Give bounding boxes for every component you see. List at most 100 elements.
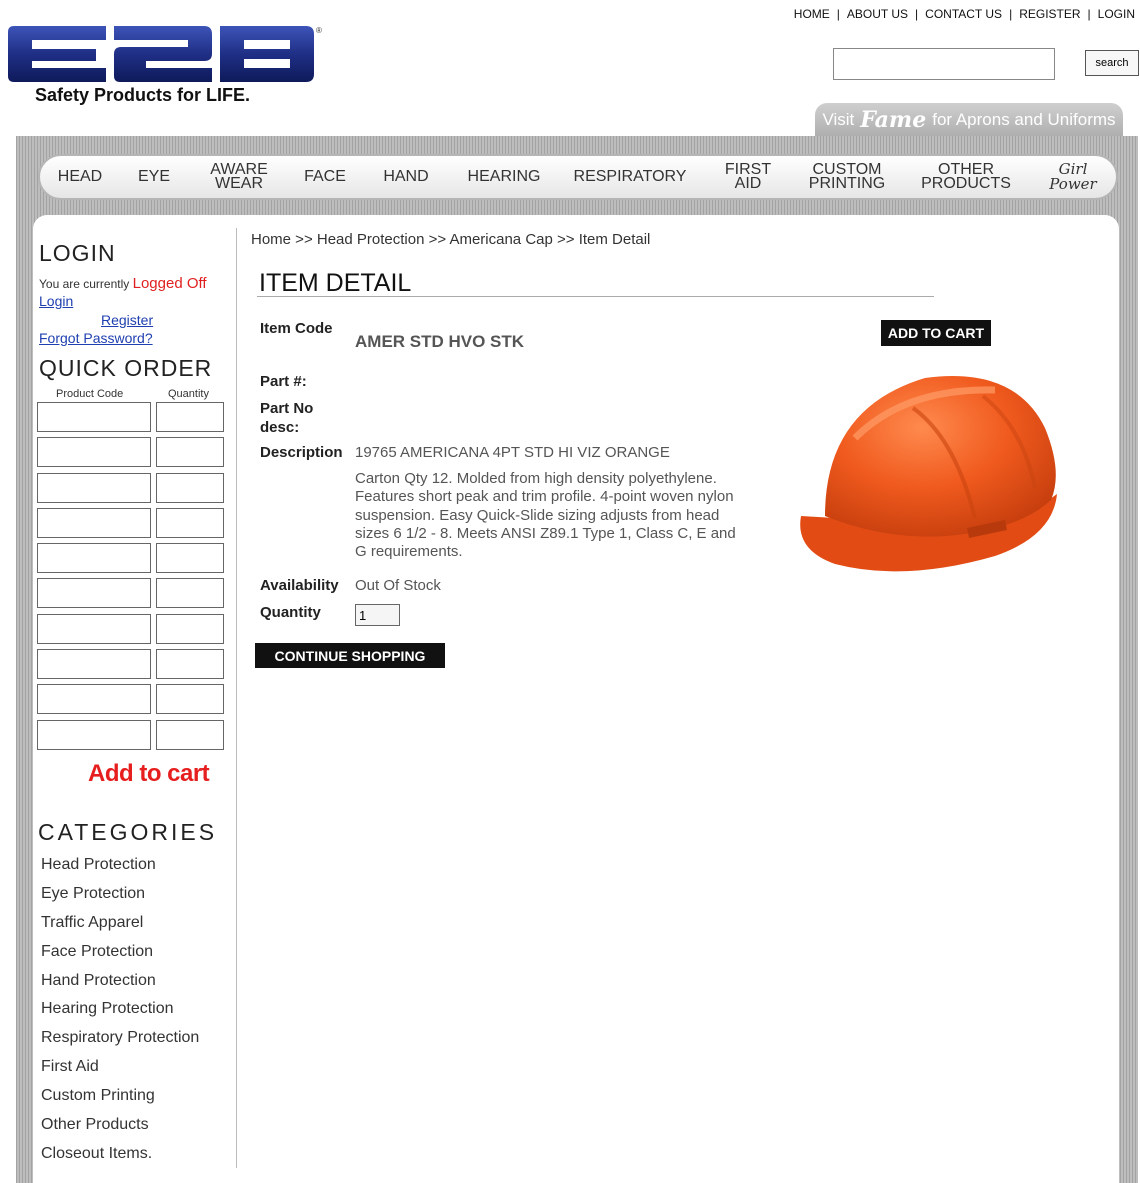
category-link[interactable]: First Aid xyxy=(41,1057,199,1086)
quick-order-code-input[interactable] xyxy=(37,402,151,432)
quick-order-qty-header: Quantity xyxy=(168,388,209,400)
fame-banner-link[interactable]: Visit Fame for Aprons and Uniforms xyxy=(815,103,1123,137)
category-link[interactable]: Other Products xyxy=(41,1115,199,1144)
category-link[interactable]: Closeout Items. xyxy=(41,1144,199,1173)
category-link[interactable]: Custom Printing xyxy=(41,1086,199,1115)
description-body: Carton Qty 12. Molded from high density … xyxy=(355,470,736,561)
top-nav: HOME | ABOUT US | CONTACT US | REGISTER | LOGIN xyxy=(794,7,1135,21)
top-nav-separator: | xyxy=(836,7,840,21)
quick-order-row xyxy=(37,472,225,503)
nav-first-aid-line2: AID xyxy=(734,175,762,192)
part-desc-label-line1: Part No xyxy=(260,400,314,417)
quick-order-code-input[interactable] xyxy=(37,507,151,538)
quick-order-code-input[interactable] xyxy=(37,649,151,680)
sidebar-login-link[interactable]: Login xyxy=(39,293,73,309)
nav-girl-power[interactable]: Girl Power xyxy=(1040,156,1106,198)
top-nav-register[interactable]: REGISTER xyxy=(1019,7,1080,21)
nav-hand[interactable]: HAND xyxy=(378,156,434,198)
quick-order-row xyxy=(37,437,225,468)
top-nav-contact-us[interactable]: CONTACT US xyxy=(925,7,1002,21)
nav-other-products[interactable]: OTHER PRODUCTS xyxy=(916,156,1016,198)
quick-order-qty-input[interactable] xyxy=(156,402,224,432)
add-to-cart-button[interactable]: ADD TO CART xyxy=(881,320,991,346)
quick-order-qty-input[interactable] xyxy=(156,684,224,715)
quick-order-code-input[interactable] xyxy=(37,684,151,715)
quick-order-row xyxy=(37,649,225,680)
quick-order-qty-input[interactable] xyxy=(156,613,224,644)
quick-order-row xyxy=(37,578,225,609)
top-nav-separator: | xyxy=(1087,7,1091,21)
quick-order-qty-input[interactable] xyxy=(156,507,224,538)
quick-order-code-input[interactable] xyxy=(37,543,151,574)
nav-respiratory[interactable]: RESPIRATORY xyxy=(570,156,690,198)
category-link[interactable]: Eye Protection xyxy=(41,884,199,913)
description-value: 19765 AMERICANA 4PT STD HI VIZ ORANGE xyxy=(355,444,670,461)
quick-order-row xyxy=(37,507,225,538)
item-code-label: Item Code xyxy=(260,320,333,337)
top-nav-login[interactable]: LOGIN xyxy=(1098,7,1135,21)
part-number-label: Part #: xyxy=(260,373,307,390)
quantity-input[interactable] xyxy=(355,604,400,626)
fame-banner-suffix: for Aprons and Uniforms xyxy=(932,110,1116,129)
product-image xyxy=(800,376,1057,572)
search-input[interactable] xyxy=(833,48,1055,80)
quick-order-add-to-cart-button[interactable]: Add to cart xyxy=(88,760,210,788)
categories-heading: CATEGORIES xyxy=(38,819,218,845)
quick-order-row xyxy=(37,402,225,432)
title-divider xyxy=(257,296,934,297)
quick-order-qty-input[interactable] xyxy=(156,578,224,609)
quick-order-code-input[interactable] xyxy=(37,719,151,750)
part-desc-label: Part No desc: xyxy=(260,399,313,437)
quick-order-code-input[interactable] xyxy=(37,472,151,503)
category-link[interactable]: Hearing Protection xyxy=(41,999,199,1028)
nav-first-aid[interactable]: FIRST AID xyxy=(720,156,776,198)
quick-order-code-input[interactable] xyxy=(37,437,151,468)
main-nav: HEAD EYE AWARE WEAR FACE HAND HEARING RE… xyxy=(38,154,1118,200)
nav-aware-wear-line2: WEAR xyxy=(215,175,263,192)
quick-order-qty-input[interactable] xyxy=(156,437,224,468)
quick-order-code-header: Product Code xyxy=(56,388,124,400)
sidebar-divider xyxy=(236,228,237,1168)
login-heading: LOGIN xyxy=(39,240,116,266)
fame-banner-prefix: Visit xyxy=(822,110,855,129)
category-link[interactable]: Face Protection xyxy=(41,942,199,971)
nav-aware-wear[interactable]: AWARE WEAR xyxy=(204,156,274,198)
quantity-label: Quantity xyxy=(260,604,321,621)
description-label: Description xyxy=(260,444,343,461)
quick-order-code-input[interactable] xyxy=(37,578,151,609)
category-link[interactable]: Traffic Apparel xyxy=(41,913,199,942)
breadcrumb: Home >> Head Protection >> Americana Cap… xyxy=(251,231,651,248)
quick-order-qty-input[interactable] xyxy=(156,719,224,750)
top-nav-separator: | xyxy=(1009,7,1013,21)
nav-head[interactable]: HEAD xyxy=(50,156,110,198)
nav-girl-power-line2: Power xyxy=(1049,175,1097,193)
quick-order-row xyxy=(37,719,225,750)
nav-face[interactable]: FACE xyxy=(298,156,352,198)
continue-shopping-button[interactable]: CONTINUE SHOPPING xyxy=(255,643,445,668)
nav-hearing[interactable]: HEARING xyxy=(460,156,548,198)
category-list: Head Protection Eye Protection Traffic A… xyxy=(41,855,199,1173)
forgot-password-link[interactable]: Forgot Password? xyxy=(39,330,153,346)
nav-custom-printing[interactable]: CUSTOM PRINTING xyxy=(802,156,892,198)
svg-text:®: ® xyxy=(316,26,322,35)
top-nav-home[interactable]: HOME xyxy=(794,7,830,21)
company-tagline: Safety Products for LIFE. xyxy=(35,85,251,105)
quick-order-code-input[interactable] xyxy=(37,613,151,644)
quick-order-heading: QUICK ORDER xyxy=(39,355,213,381)
quick-order-row xyxy=(37,543,225,574)
search-button[interactable]: search xyxy=(1085,50,1139,76)
quick-order-qty-input[interactable] xyxy=(156,472,224,503)
availability-value: Out Of Stock xyxy=(355,577,441,594)
company-logo[interactable]: ® xyxy=(6,24,326,86)
login-status-prefix: You are currently xyxy=(39,277,130,291)
sidebar-register-link[interactable]: Register xyxy=(101,312,153,328)
quick-order-qty-input[interactable] xyxy=(156,543,224,574)
nav-eye[interactable]: EYE xyxy=(132,156,176,198)
top-nav-about-us[interactable]: ABOUT US xyxy=(847,7,908,21)
fame-logo: Fame xyxy=(860,107,927,133)
category-link[interactable]: Hand Protection xyxy=(41,971,199,1000)
quick-order-qty-input[interactable] xyxy=(156,649,224,680)
nav-custom-printing-line2: PRINTING xyxy=(808,175,886,192)
category-link[interactable]: Head Protection xyxy=(41,855,199,884)
category-link[interactable]: Respiratory Protection xyxy=(41,1028,199,1057)
